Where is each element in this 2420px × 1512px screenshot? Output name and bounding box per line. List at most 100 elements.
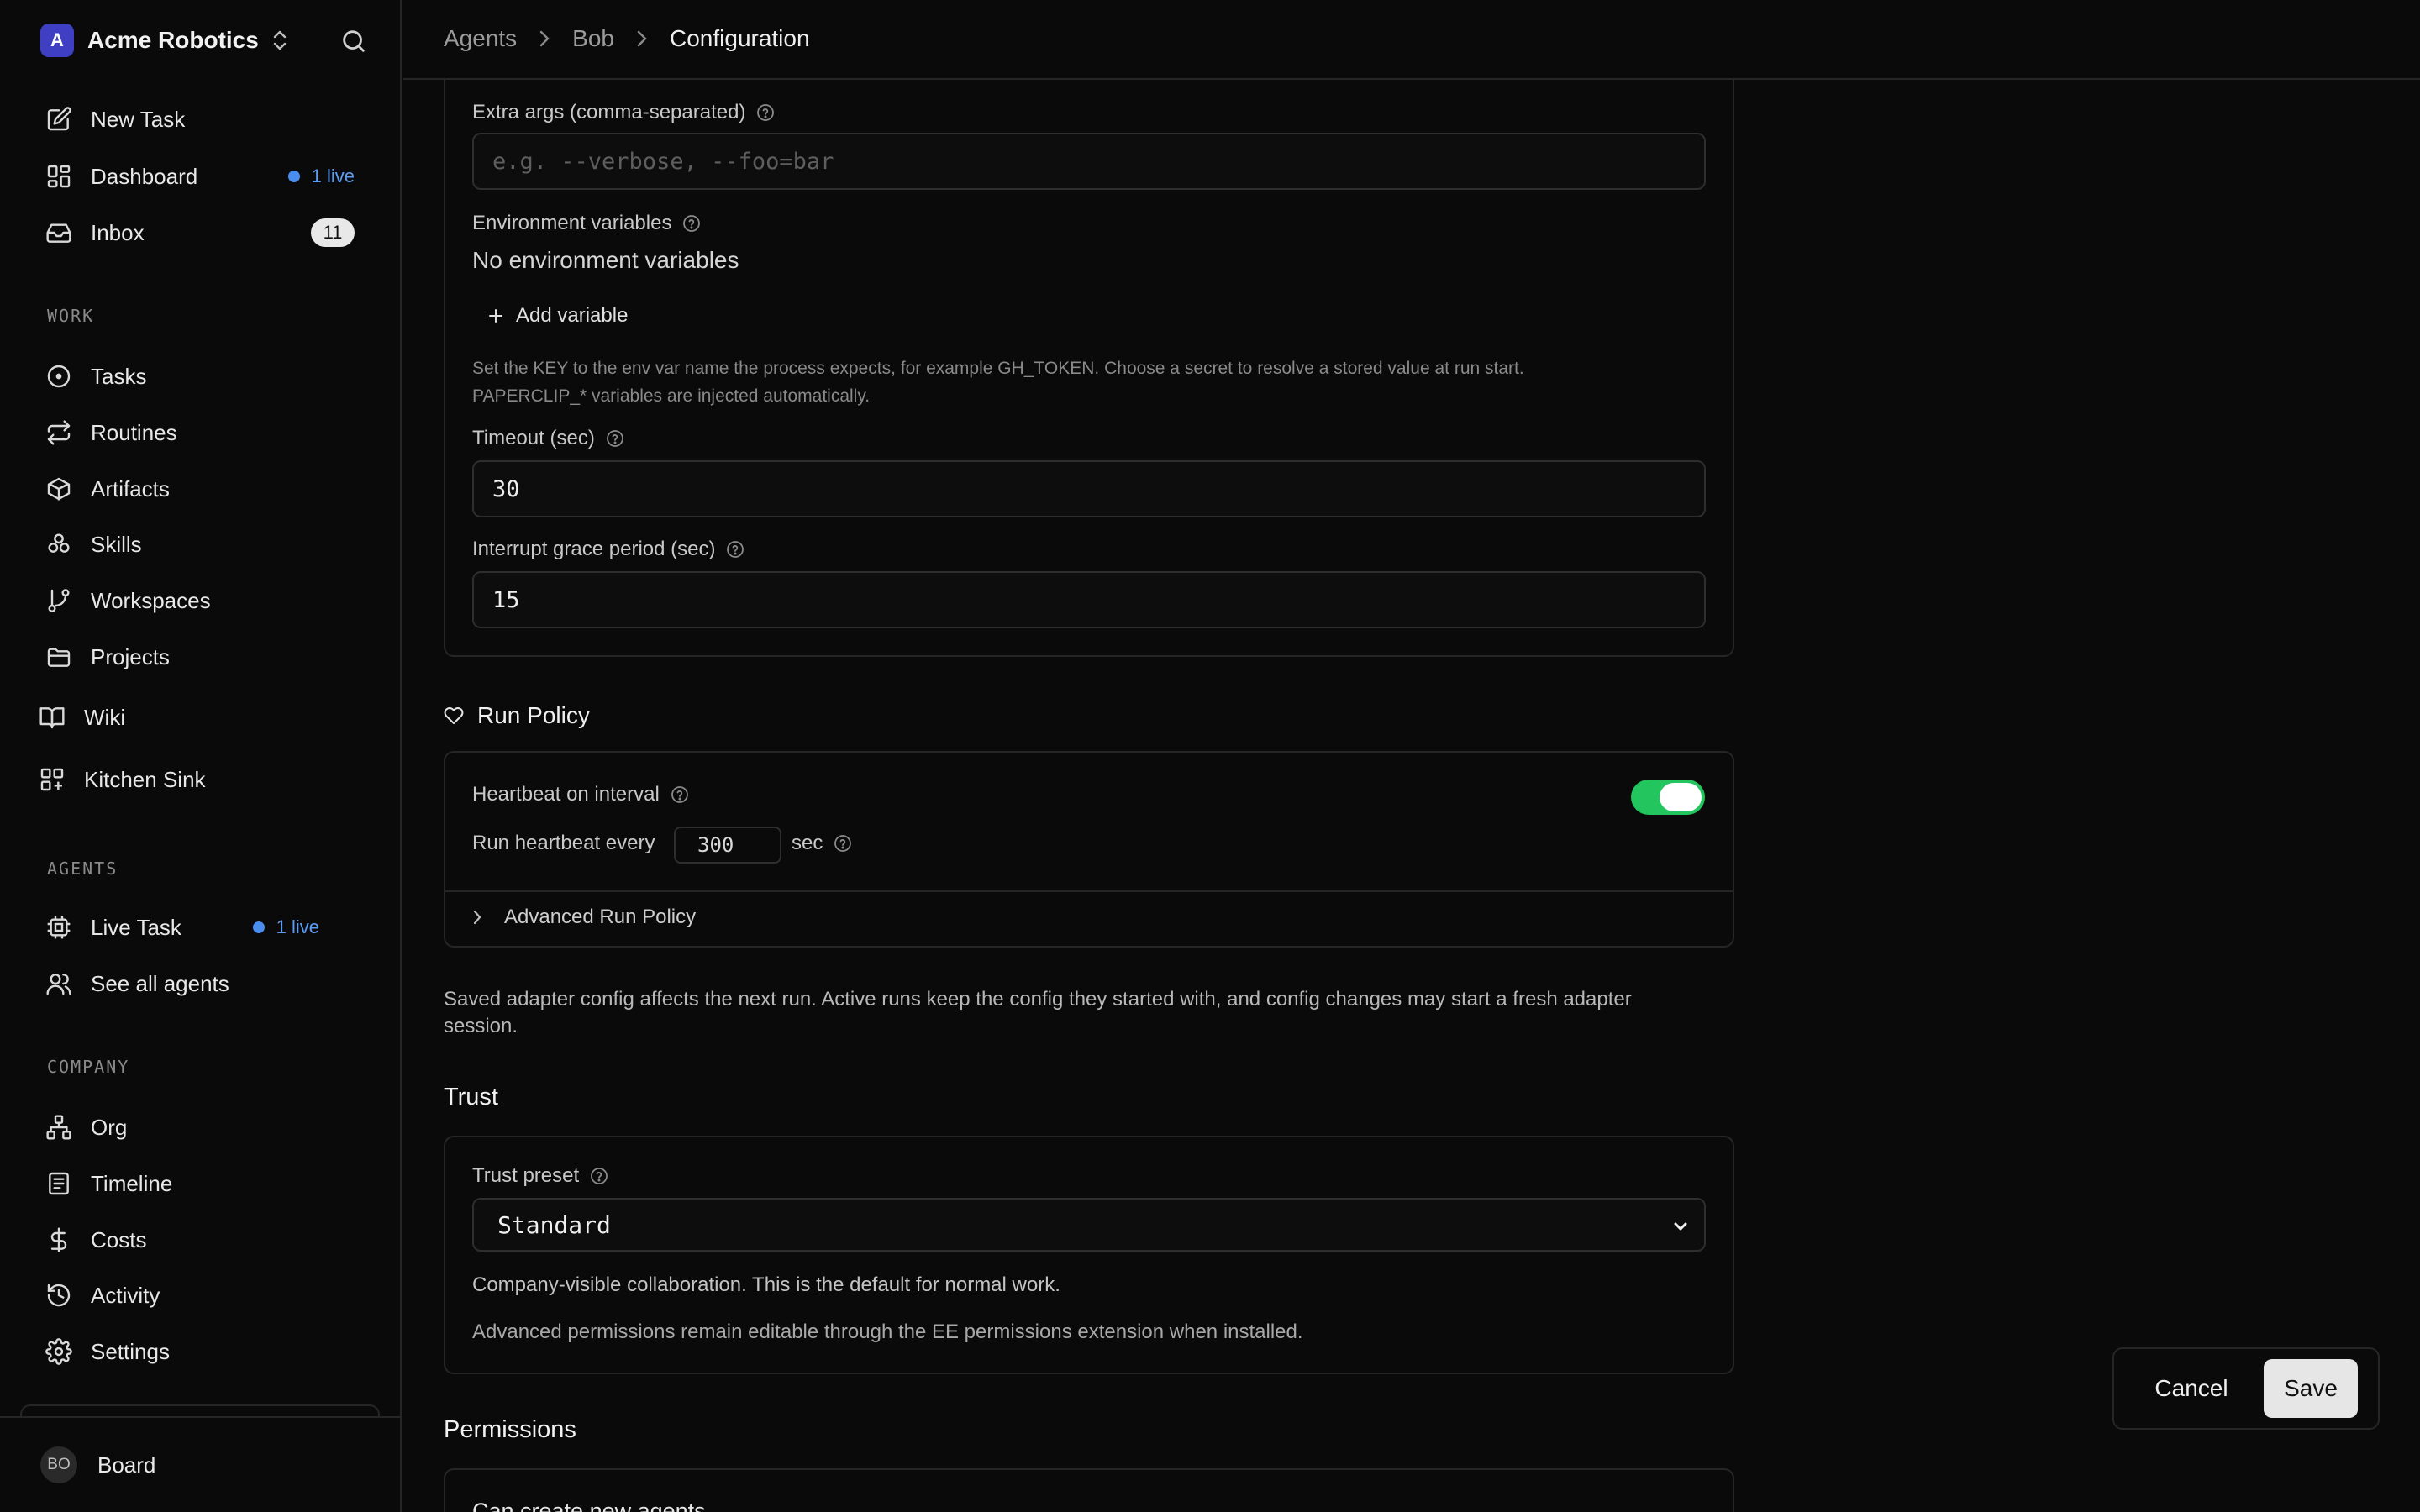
nav-label: Inbox <box>91 219 145 245</box>
help-icon[interactable] <box>833 833 853 853</box>
user-menu[interactable]: BO Board <box>40 1446 155 1483</box>
advanced-run-policy-toggle[interactable]: Advanced Run Policy <box>472 906 696 929</box>
heartbeat-interval-input[interactable]: 300 <box>674 827 781 864</box>
gear-icon <box>44 1336 74 1367</box>
cpu-icon <box>44 912 74 942</box>
nav-settings[interactable]: Settings <box>44 1331 363 1372</box>
add-variable-button[interactable]: Add variable <box>486 304 628 328</box>
live-dot <box>287 171 300 182</box>
chevron-right-icon <box>472 909 482 926</box>
nav-dashboard[interactable]: Dashboard 1 live <box>44 156 363 197</box>
help-icon[interactable] <box>589 1166 609 1186</box>
nav-new-task[interactable]: New Task <box>44 99 363 139</box>
live-label: 1 live <box>276 916 319 937</box>
help-icon[interactable] <box>605 428 625 449</box>
nav-label: Kitchen Sink <box>84 766 206 792</box>
nav-label: See all agents <box>91 970 229 996</box>
live-indicator: 1 live <box>252 916 319 938</box>
interval-prefix: Run heartbeat every <box>472 832 655 854</box>
nav-label: Wiki <box>84 704 126 730</box>
skills-icon <box>44 529 74 559</box>
user-name: Board <box>97 1452 156 1478</box>
trust-title: Trust <box>444 1084 498 1110</box>
breadcrumb-bob[interactable]: Bob <box>572 25 614 52</box>
help-icon[interactable] <box>670 785 690 805</box>
divider <box>445 890 1733 892</box>
live-dot <box>252 921 265 933</box>
button-label: Add variable <box>516 304 629 327</box>
help-line: PAPERCLIP_* variables are injected autom… <box>472 386 871 406</box>
nav-label: Tasks <box>91 363 147 389</box>
section-label-company: COMPANY <box>47 1057 130 1077</box>
grid-plus-icon <box>37 764 67 795</box>
chevron-down-icon <box>1670 1216 1691 1236</box>
nav-timeline[interactable]: Timeline <box>44 1163 363 1204</box>
note-line: session. <box>444 1015 518 1037</box>
edit-icon <box>44 104 74 134</box>
trust-description: Company-visible collaboration. This is t… <box>472 1273 1060 1296</box>
nav-label: Skills <box>91 531 142 557</box>
help-icon[interactable] <box>725 539 745 559</box>
folder-icon <box>44 642 74 672</box>
save-button[interactable]: Save <box>2264 1359 2358 1418</box>
interval-unit: sec <box>792 832 823 854</box>
nav-costs[interactable]: Costs <box>44 1220 363 1260</box>
chevron-right-icon <box>539 29 550 48</box>
heartbeat-label: Heartbeat on interval <box>472 783 690 806</box>
cancel-button[interactable]: Cancel <box>2134 1361 2249 1416</box>
heartbeat-toggle[interactable] <box>1631 780 1705 815</box>
config-note: Saved adapter config affects the next ru… <box>444 986 1754 1040</box>
search-icon[interactable] <box>339 27 368 55</box>
nav-activity[interactable]: Activity <box>44 1275 363 1315</box>
nav-kitchen-sink[interactable]: Kitchen Sink <box>37 759 356 800</box>
help-icon[interactable] <box>755 102 776 123</box>
nav-inbox[interactable]: Inbox 11 <box>44 213 363 253</box>
nav-projects[interactable]: Projects <box>44 637 363 677</box>
repeat-icon <box>44 417 74 448</box>
select-value: Standard <box>497 1210 611 1239</box>
nav-label: Artifacts <box>91 475 170 501</box>
nav-label: New Task <box>91 106 186 132</box>
history-icon <box>44 1280 74 1310</box>
extra-args-input[interactable]: e.g. --verbose, --foo=bar <box>472 133 1706 190</box>
section-title: Run Policy <box>477 702 590 728</box>
note-line: Saved adapter config affects the next ru… <box>444 988 1632 1011</box>
nav-label: Live Task <box>91 914 182 940</box>
help-icon[interactable] <box>681 213 702 234</box>
nav-workspaces[interactable]: Workspaces <box>44 580 363 621</box>
heart-icon <box>444 706 464 726</box>
env-empty-state: No environment variables <box>472 247 739 273</box>
nav-label: Routines <box>91 419 177 445</box>
company-name: Acme Robotics <box>87 27 259 53</box>
nav-wiki[interactable]: Wiki <box>37 697 356 738</box>
live-label: 1 live <box>311 165 355 186</box>
field-label: Extra args (comma-separated) <box>472 101 746 123</box>
breadcrumb-agents[interactable]: Agents <box>444 25 517 52</box>
trust-preset-label: Trust preset <box>472 1164 609 1188</box>
top-bar: Agents Bob Configuration <box>403 0 2420 80</box>
nav-org[interactable]: Org <box>44 1107 363 1147</box>
nav-skills[interactable]: Skills <box>44 524 363 564</box>
dashboard-icon <box>44 161 74 192</box>
nav-label: Org <box>91 1114 128 1140</box>
company-switcher[interactable]: A Acme Robotics <box>40 23 289 58</box>
grace-period-input[interactable]: 15 <box>472 571 1706 628</box>
nav-label: Activity <box>91 1282 160 1308</box>
nav-artifacts[interactable]: Artifacts <box>44 469 363 509</box>
permission-item: Can create new agents <box>472 1499 706 1512</box>
avatar: BO <box>40 1446 77 1483</box>
section-label-work: WORK <box>47 306 95 326</box>
nav-live-task[interactable]: Live Task 1 live <box>44 907 363 948</box>
dollar-icon <box>44 1225 74 1255</box>
trust-preset-select[interactable]: Standard <box>472 1198 1706 1252</box>
nav-routines[interactable]: Routines <box>44 412 363 453</box>
permissions-title: Permissions <box>444 1416 576 1443</box>
nav-label: Dashboard <box>91 163 198 189</box>
nav-see-all-agents[interactable]: See all agents <box>44 963 363 1004</box>
permissions-card: Can create new agents <box>444 1468 1734 1512</box>
company-logo: A <box>40 24 74 57</box>
timeout-input[interactable]: 30 <box>472 460 1706 517</box>
chevron-up-down-icon <box>271 29 289 51</box>
inbox-count-badge: 11 <box>311 218 355 247</box>
nav-tasks[interactable]: Tasks <box>44 356 363 396</box>
